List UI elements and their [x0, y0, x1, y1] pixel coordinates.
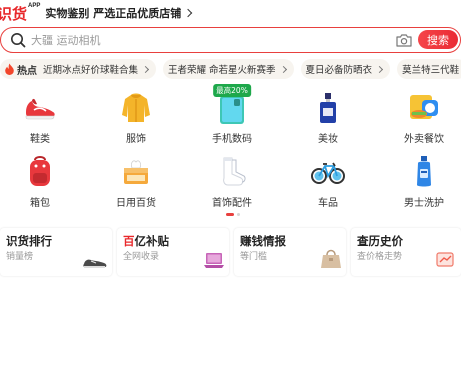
- feature-card-title: 百亿补贴: [123, 233, 169, 249]
- shampoo-bottle-icon: [406, 154, 442, 190]
- search-button[interactable]: 搜索: [418, 30, 458, 49]
- category-shoes[interactable]: 鞋类: [0, 90, 80, 145]
- hot-topic-chip[interactable]: 夏日必备防晒衣: [300, 59, 391, 79]
- feature-card-price-history[interactable]: 查历史价 查价格走势: [351, 228, 461, 276]
- chevron-right-icon[interactable]: [183, 8, 193, 18]
- hot-label: 热点: [17, 65, 37, 77]
- price-tag-thumbnail-icon: [435, 249, 457, 274]
- feature-card-title: 识货排行: [6, 234, 52, 248]
- hot-topic-chip[interactable]: 热点 近期冰点好价球鞋合集: [0, 59, 157, 79]
- chevron-right-icon: [376, 65, 384, 73]
- feature-card-title-text: 亿补贴: [134, 234, 170, 248]
- category-label: 首饰配件: [212, 198, 252, 209]
- category-label: 美妆: [318, 134, 338, 145]
- handbag-thumbnail-icon: [320, 247, 342, 274]
- hot-topic-label: 莫兰特三代鞋: [402, 65, 460, 76]
- phone-icon: 最高20%: [213, 84, 251, 126]
- fire-icon: [4, 63, 15, 75]
- feature-card-ranking[interactable]: 识货排行 销量榜: [0, 228, 112, 276]
- feature-card-subtitle: 等门槛: [240, 252, 268, 262]
- category-label: 男士洗护: [404, 198, 444, 209]
- carousel-dot-active: [226, 213, 234, 216]
- chevron-right-icon: [279, 65, 287, 73]
- bicycle-icon: [310, 154, 346, 190]
- food-delivery-icon: [406, 90, 442, 126]
- discount-badge: 最高20%: [213, 84, 251, 97]
- category-mens-care[interactable]: 男士洗护: [384, 154, 461, 209]
- feature-card-title: 赚钱情报: [240, 234, 286, 248]
- category-beauty[interactable]: 美妆: [288, 90, 368, 145]
- search-input[interactable]: [31, 30, 381, 50]
- hot-topics-bar: 热点 近期冰点好价球鞋合集 王者荣耀 命若星火新赛季 夏日必备防晒衣 莫兰特三代…: [0, 58, 461, 80]
- feature-card-intel[interactable]: 赚钱情报 等门槛: [234, 228, 346, 276]
- category-bags[interactable]: 箱包: [0, 154, 80, 209]
- feature-card-title-highlight: 百: [123, 234, 135, 248]
- category-digital[interactable]: 最高20% 手机数码: [192, 84, 272, 145]
- category-car-products[interactable]: 车品: [288, 154, 368, 209]
- sneaker-thumbnail-icon: [82, 255, 108, 274]
- category-apparel[interactable]: 服饰: [96, 90, 176, 145]
- category-daily-goods[interactable]: 日用百货: [96, 154, 176, 209]
- feature-card-subtitle: 销量榜: [6, 252, 34, 262]
- feature-card-title: 查历史价: [357, 234, 403, 248]
- category-label: 箱包: [30, 198, 50, 209]
- app-logo-sup: APP: [28, 3, 41, 9]
- carousel-indicator: [226, 213, 240, 216]
- sneaker-icon: [22, 90, 58, 126]
- feature-card-subtitle: 全网收录: [123, 252, 160, 262]
- camera-icon[interactable]: [396, 33, 412, 47]
- app-header: 识货 APP 实物鉴别 严选正品优质店铺: [0, 0, 461, 26]
- category-label: 鞋类: [30, 134, 50, 145]
- search-icon: [10, 32, 26, 48]
- tissue-box-icon: [118, 154, 154, 190]
- category-label: 日用百货: [116, 198, 156, 209]
- carousel-dot[interactable]: [237, 213, 240, 216]
- jacket-icon: [118, 90, 154, 126]
- app-logo[interactable]: 识货: [0, 3, 27, 24]
- chevron-right-icon: [141, 65, 150, 73]
- hot-topic-chip[interactable]: 王者荣耀 命若星火新赛季: [163, 59, 294, 79]
- category-label: 手机数码: [212, 134, 252, 145]
- category-label: 外卖餐饮: [404, 134, 444, 145]
- hot-topic-chip[interactable]: 莫兰特三代鞋: [397, 59, 461, 79]
- hot-topic-label: 近期冰点好价球鞋合集: [43, 65, 139, 76]
- feature-card-subtitle: 查价格走势: [357, 252, 403, 262]
- hot-topic-label: 夏日必备防晒衣: [305, 65, 373, 76]
- socks-icon: [214, 154, 250, 190]
- laptop-thumbnail-icon: [203, 251, 225, 274]
- header-slogan[interactable]: 实物鉴别 严选正品优质店铺: [45, 5, 181, 21]
- feature-card-subsidy[interactable]: 百亿补贴 全网收录: [117, 228, 229, 276]
- category-label: 服饰: [126, 134, 146, 145]
- category-label: 车品: [318, 198, 338, 209]
- perfume-icon: [310, 90, 346, 126]
- search-bar[interactable]: 搜索: [0, 27, 461, 53]
- hot-topic-label: 王者荣耀 命若星火新赛季: [168, 65, 276, 76]
- category-food-delivery[interactable]: 外卖餐饮: [384, 90, 461, 145]
- backpack-icon: [22, 154, 58, 190]
- category-accessories[interactable]: 首饰配件: [192, 154, 272, 209]
